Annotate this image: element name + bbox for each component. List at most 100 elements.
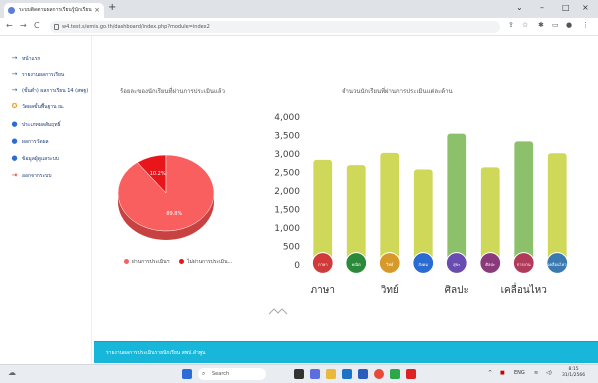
tray-app-icon[interactable]: ■ xyxy=(500,370,505,376)
taskbar-search[interactable]: ⌕ Search xyxy=(198,368,266,380)
stat-card-label: นักเรียนที่ผ่านการประเมิน xyxy=(360,43,416,49)
clock[interactable]: 8:15 31/1/2566 xyxy=(562,367,585,379)
sidebar-item-report[interactable]: → รายงานผลการเรียน xyxy=(10,68,90,80)
sidebar-item-label: ผลการวัดผล xyxy=(22,139,49,145)
task-view-icon[interactable] xyxy=(294,369,304,379)
forward-button[interactable]: → xyxy=(20,21,27,30)
y-tick-label: 1,500 xyxy=(274,206,300,216)
search-icon: ⌕ xyxy=(202,370,206,377)
tray-chevron-icon[interactable]: ^ xyxy=(488,370,492,376)
y-tick-label: 2,000 xyxy=(274,187,300,197)
legend-label: ไม่ผ่านการประเมิน... xyxy=(187,259,233,265)
y-tick-label: 2,500 xyxy=(274,169,300,179)
tab-close-icon[interactable]: × xyxy=(94,3,100,18)
report-panel-title: รายงานผลการประเมินรายนักเรียน สพป.ลำพูน xyxy=(106,350,206,356)
share-icon[interactable]: ⇪ xyxy=(508,21,514,29)
category-label: วิทย์ xyxy=(385,262,393,267)
browser-tab[interactable]: ระบบติดตามผลการเรียนรู้นักเรียน × xyxy=(4,3,104,18)
bar-chart-title: จำนวนนักเรียนที่ผ่านการประเมินแต่ละด้าน xyxy=(342,88,453,95)
pie-slice[interactable] xyxy=(117,154,215,232)
category-label: สังคม xyxy=(418,262,428,267)
sidebar-item-results[interactable]: ● ผลการวัดผล xyxy=(10,135,90,147)
category-label: ศิลปะ xyxy=(485,262,495,267)
sidebar-item-logout[interactable]: ⇥ ออกจากระบบ xyxy=(10,169,90,181)
x-group-label: วิทย์ xyxy=(380,284,398,296)
bookmark-icon[interactable]: ▭ xyxy=(552,21,559,29)
url-input[interactable]: w4.test.s/emis.go.th/dashboard/index.php… xyxy=(50,21,500,33)
y-tick-label: 0 xyxy=(294,261,300,271)
stat-card-label: นักเรียนที่ไม่ผ่านการประเมิน xyxy=(485,43,546,49)
sidebar-item-result14[interactable]: → (ขั้นต่ำ) ผลการเรียน 14 (สพฐ) xyxy=(10,84,90,96)
x-group-label: ศิลปะ xyxy=(445,285,469,296)
edge-icon[interactable] xyxy=(342,369,352,379)
browser-tab-bar: ระบบติดตามผลการเรียนรู้นักเรียน × + ⌄ – … xyxy=(0,0,598,18)
sidebar: → หน้าแรก → รายงานผลการเรียน → (ขั้นต่ำ) ผล… xyxy=(0,36,92,364)
clock-date: 31/1/2566 xyxy=(562,373,586,378)
weather-icon[interactable]: ☁ xyxy=(8,368,16,377)
stat-card-passed[interactable]: นักเรียนที่ผ่านการประเมิน xyxy=(353,36,468,60)
profile-icon[interactable]: ● xyxy=(566,21,572,29)
main-content: นักเรียนทั้งหมด นักเรียนที่ประเมินแล้ว น… xyxy=(94,36,598,364)
user-icon: ● xyxy=(11,154,18,162)
pie-legend: ผ่านการประเมินฯ ไม่ผ่านการประเมิน... xyxy=(124,258,232,266)
stat-card-label: นักเรียนที่ประเมินแล้ว xyxy=(235,43,282,49)
chrome-icon[interactable] xyxy=(374,369,384,379)
legend-item[interactable]: ไม่ผ่านการประเมิน... xyxy=(179,259,232,265)
pie-slice-label: 10.2% xyxy=(150,171,166,177)
legend-label: ผ่านการประเมินฯ xyxy=(132,259,170,265)
pie-slice-label: 89.8% xyxy=(166,211,182,217)
reload-button[interactable]: C xyxy=(34,21,40,30)
report-panel-header[interactable]: รายงานผลการประเมินรายนักเรียน สพป.ลำพูน xyxy=(94,341,598,363)
address-toolbar: ← → C w4.test.s/emis.go.th/dashboard/ind… xyxy=(0,18,598,36)
search-placeholder: Search xyxy=(212,371,230,377)
menu-icon[interactable]: ⋮ xyxy=(582,21,589,29)
y-tick-label: 500 xyxy=(283,243,300,253)
sidebar-item-home[interactable]: → หน้าแรก xyxy=(10,52,90,64)
sidebar-item-label: หน้าแรก xyxy=(22,56,41,62)
legend-dot xyxy=(124,259,129,264)
language-indicator[interactable]: ENG xyxy=(514,370,525,376)
back-button[interactable]: ← xyxy=(6,21,13,30)
legend-item[interactable]: ผ่านการประเมินฯ xyxy=(124,259,169,265)
sidebar-item-category[interactable]: ● ประเภทผลสัมฤทธิ์ xyxy=(10,118,90,130)
teams-icon[interactable] xyxy=(310,369,320,379)
star-icon[interactable]: ☆ xyxy=(522,21,528,29)
user-icon: ● xyxy=(11,120,18,128)
url-text: w4.test.s/emis.go.th/dashboard/index.php… xyxy=(62,24,210,30)
file-explorer-icon[interactable] xyxy=(326,369,336,379)
stat-card-evaluated[interactable]: นักเรียนที่ประเมินแล้ว xyxy=(228,36,343,60)
legend-dot xyxy=(179,259,185,264)
arrow-right-icon: → xyxy=(11,86,18,94)
category-label: เคลื่อนไหว xyxy=(548,262,567,267)
stat-card-total[interactable]: นักเรียนทั้งหมด xyxy=(102,36,217,60)
tab-search-icon[interactable]: ⌄ xyxy=(516,3,523,12)
bar[interactable] xyxy=(514,141,534,271)
store-icon[interactable] xyxy=(358,369,368,379)
settings-icon: ✪ xyxy=(11,102,18,110)
sidebar-item-admin[interactable]: ● ข้อมูลผู้ดูแลระบบ xyxy=(10,152,90,164)
sidebar-item-label: ประเภทผลสัมฤทธิ์ xyxy=(22,122,61,128)
sidebar-item-label: ข้อมูลผู้ดูแลระบบ xyxy=(22,156,59,162)
stat-card-failed[interactable]: นักเรียนที่ไม่ผ่านการประเมิน xyxy=(478,36,593,60)
category-label: การงาน xyxy=(517,262,531,267)
wifi-icon[interactable]: ≋ xyxy=(534,370,538,376)
sidebar-item-label: วัดผลขั้นพื้นฐาน ณ. xyxy=(22,104,65,110)
close-window-button[interactable]: × xyxy=(582,3,589,12)
new-tab-button[interactable]: + xyxy=(108,2,116,13)
app-icon[interactable] xyxy=(390,369,400,379)
minimize-button[interactable]: – xyxy=(540,3,544,12)
maximize-button[interactable]: □ xyxy=(562,3,570,12)
y-tick-label: 4,000 xyxy=(274,113,300,123)
app-red-icon[interactable] xyxy=(406,369,416,379)
sidebar-item-basic-eval[interactable]: ✪ วัดผลขั้นพื้นฐาน ณ. xyxy=(10,100,90,112)
bar[interactable] xyxy=(447,133,467,271)
user-icon: ● xyxy=(11,137,18,145)
y-tick-label: 3,500 xyxy=(274,132,300,142)
windows-start-icon[interactable] xyxy=(182,369,192,379)
extensions-icon[interactable]: ✱ xyxy=(538,21,544,29)
lock-icon xyxy=(54,24,59,30)
arrow-right-icon: → xyxy=(11,70,18,78)
x-group-label: เคลื่อนไหว xyxy=(501,282,547,296)
y-tick-label: 1,000 xyxy=(274,224,300,234)
volume-icon[interactable]: ◁) xyxy=(546,370,552,376)
